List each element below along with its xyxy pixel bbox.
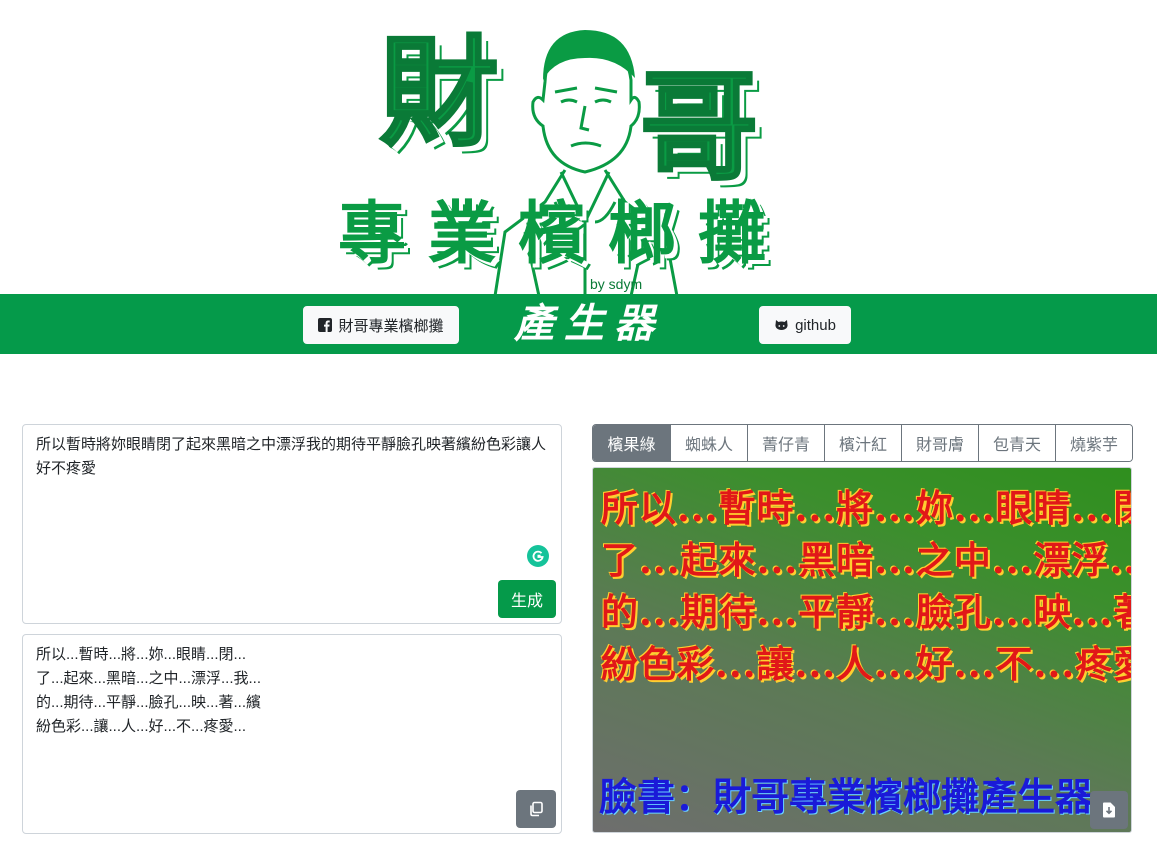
github-button[interactable]: github [759,306,851,344]
tab-theme-6[interactable]: 包青天 [978,425,1055,461]
logo: 財 哥 專業檳榔攤 by sdym [330,14,820,296]
preview-footer: 臉書：財哥專業檳榔攤產生器 [599,774,1094,819]
preview-line: 紛色彩...讓...人...好...不...疼愛... [601,642,1131,686]
preview-image: 所以...暫時...將...妳...眼睛...閉... 了...起來...黑暗..… [592,467,1132,833]
tab-theme-3[interactable]: 菁仔青 [747,425,824,461]
preview-text: 所以...暫時...將...妳...眼睛...閉... 了...起來...黑暗..… [601,482,1131,690]
page-title: 產生器 [514,300,664,347]
github-button-label: github [795,316,836,334]
download-button[interactable] [1090,791,1128,829]
hero-banner: 財 哥 專業檳榔攤 by sdym [0,0,1157,296]
navbar: 財哥專業檳榔攤 產生器 github [0,294,1157,354]
generate-button[interactable]: 生成 [498,580,556,618]
tab-theme-7[interactable]: 燒紫芋 [1055,425,1132,461]
tab-theme-2[interactable]: 蜘蛛人 [670,425,747,461]
logo-subtitle: 專業檳榔攤 [338,194,789,274]
preview-line: 所以...暫時...將...妳...眼睛...閉... [601,486,1131,530]
tab-theme-1[interactable]: 檳果綠 [593,425,670,461]
github-icon [775,320,788,330]
facebook-button-label: 財哥專業檳榔攤 [338,317,444,335]
theme-tabs: 檳果綠 蜘蛛人 菁仔青 檳汁紅 財哥膚 包青天 燒紫芋 [592,424,1133,462]
grammarly-icon[interactable] [527,545,549,567]
tab-theme-4[interactable]: 檳汁紅 [824,425,901,461]
preview-line: 了...起來...黑暗...之中...漂浮...我... [601,538,1131,582]
logo-char-right: 哥 [638,57,759,196]
input-textarea[interactable]: 所以暫時將妳眼睛閉了起來黑暗之中漂浮我的期待平靜臉孔映著繽紛色彩讓人好不疼愛 生… [22,424,562,624]
download-icon [1103,802,1115,818]
logo-char-left: 財 [378,23,499,162]
input-text[interactable]: 所以暫時將妳眼睛閉了起來黑暗之中漂浮我的期待平靜臉孔映著繽紛色彩讓人好不疼愛 [36,433,552,481]
facebook-button[interactable]: 財哥專業檳榔攤 [303,306,459,344]
logo-byline: by sdym [590,276,643,292]
output-text[interactable]: 所以...暫時...將...妳...眼睛...閉... 了...起來...黑暗.… [36,643,552,739]
tab-theme-5[interactable]: 財哥膚 [901,425,978,461]
preview-line: 的...期待...平靜...臉孔...映...著...繽 [601,590,1131,634]
facebook-icon [318,318,333,332]
copy-icon [530,801,543,817]
copy-button[interactable] [516,790,556,828]
output-textarea[interactable]: 所以...暫時...將...妳...眼睛...閉... 了...起來...黑暗.… [22,634,562,834]
